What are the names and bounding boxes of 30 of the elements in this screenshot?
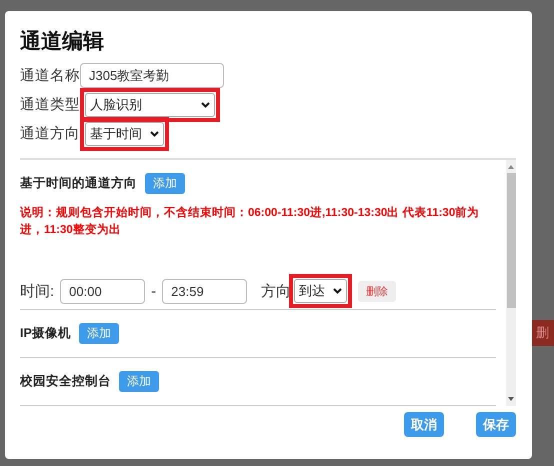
- field-label: 通道类型: [20, 96, 80, 114]
- time-label: 时间:: [20, 282, 54, 300]
- caret-icon: [333, 288, 342, 294]
- direction-dropdown[interactable]: 到达: [294, 279, 348, 303]
- scrollbar[interactable]: [506, 160, 516, 406]
- delete-button[interactable]: 删: [530, 320, 554, 346]
- dropdown[interactable]: 人脸识别: [85, 92, 215, 116]
- section-title: 校园安全控制台: [20, 373, 111, 390]
- name-field[interactable]: J305教室考勤: [80, 63, 224, 88]
- caret-icon: [150, 130, 159, 136]
- separator: -: [151, 282, 156, 300]
- delete-button[interactable]: 删除: [358, 280, 396, 302]
- start-time-field[interactable]: 00:00: [60, 278, 146, 304]
- scroll-up-icon[interactable]: [507, 163, 515, 171]
- add-button[interactable]: 添加: [119, 371, 159, 392]
- field-label: 通道名称: [20, 67, 80, 85]
- section-title: 基于时间的通道方向: [20, 175, 137, 192]
- save-button[interactable]: 保存: [476, 412, 516, 437]
- rule-note: 说明：规则包含开始时间，不含结束时间：06:00-11:30进,11:30-13:30出 代表11:30前为进，11:30整变为出: [20, 205, 480, 238]
- scroll-down-icon[interactable]: [507, 395, 515, 403]
- add-button[interactable]: 添加: [78, 323, 119, 344]
- caret-icon: [201, 102, 210, 108]
- field-label: 通道方向: [20, 124, 80, 143]
- cancel-button[interactable]: 取消: [404, 412, 444, 437]
- dropdown[interactable]: 基于时间: [85, 122, 164, 146]
- dialog-title: 通道编辑: [20, 29, 105, 55]
- end-time-field[interactable]: 23:59: [162, 278, 248, 304]
- section-title: IP摄像机: [20, 325, 71, 342]
- add-button[interactable]: 添加: [145, 173, 185, 194]
- direction-label: 方向: [261, 282, 292, 300]
